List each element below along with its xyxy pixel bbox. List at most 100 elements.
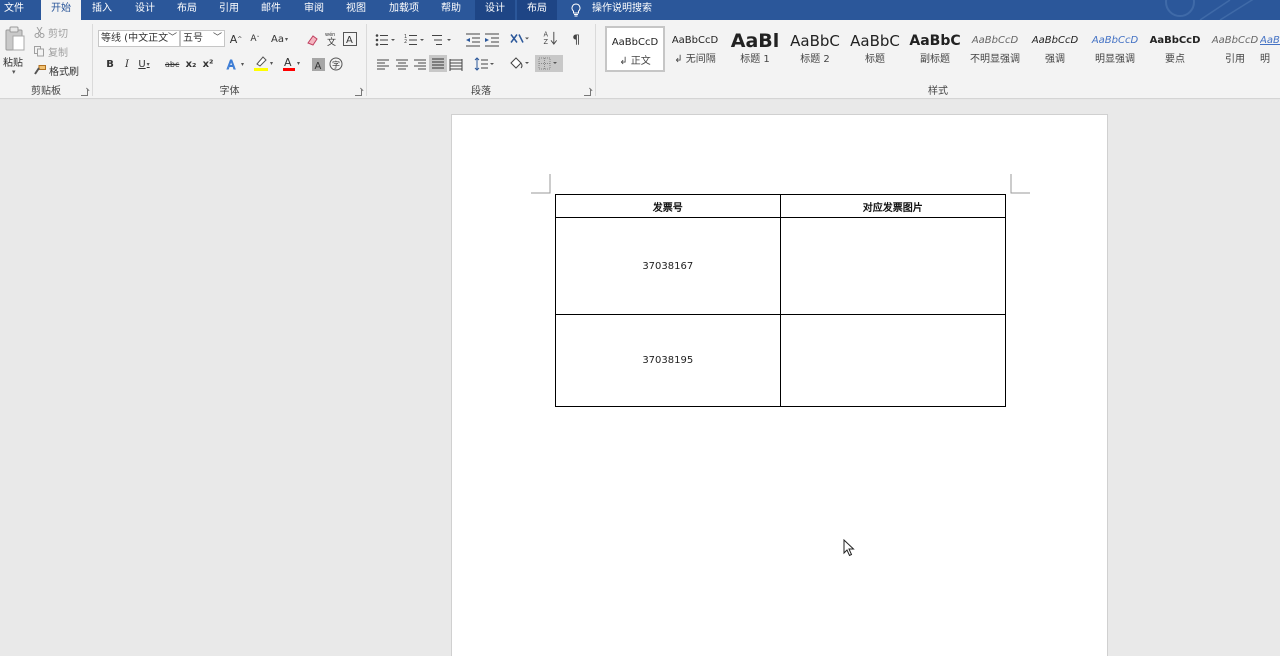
character-shading-button[interactable]: A: [311, 56, 325, 72]
table-cell[interactable]: [779, 217, 1007, 315]
underline-icon: U: [138, 58, 146, 70]
distributed-icon[interactable]: [449, 57, 463, 73]
justify-button[interactable]: [429, 55, 447, 72]
copy-icon: [34, 45, 44, 56]
clear-formatting-icon[interactable]: [306, 32, 320, 48]
style-subtle-emphasis[interactable]: AaBbCcD 不明显强调: [965, 26, 1025, 72]
superscript-button[interactable]: x²: [201, 56, 215, 72]
paragraph-group: 12 AZ ¶ 段落: [367, 20, 595, 99]
tab-view[interactable]: 视图: [337, 0, 375, 20]
shrink-font-button[interactable]: Aˇ: [248, 31, 262, 47]
style-emphasis[interactable]: AaBbCcD 强调: [1025, 26, 1085, 72]
paste-button[interactable]: 粘贴: [3, 54, 23, 69]
style-preview: AaBbCcD: [611, 37, 659, 48]
bold-button[interactable]: B: [103, 56, 117, 72]
font-name-value: 等线 (中文正文: [101, 33, 169, 44]
font-launcher-icon[interactable]: [355, 89, 362, 96]
decrease-indent-icon[interactable]: [465, 32, 481, 48]
paste-dropdown-icon[interactable]: ▾: [12, 68, 16, 76]
style-title[interactable]: AaBbC 标题: [845, 26, 905, 72]
italic-button[interactable]: I: [120, 56, 134, 72]
tab-home[interactable]: 开始: [41, 0, 81, 20]
copy-button[interactable]: 复制: [34, 44, 68, 59]
tab-table-design[interactable]: 设计: [475, 0, 515, 20]
style-heading-1[interactable]: AaBl 标题 1: [725, 26, 785, 72]
style-intense-emphasis[interactable]: AaBbCcD 明显强调: [1085, 26, 1145, 72]
bullets-icon[interactable]: [375, 32, 399, 48]
format-painter-button[interactable]: 格式刷: [34, 63, 79, 78]
tab-layout[interactable]: 布局: [168, 0, 206, 20]
font-name-combo[interactable]: 等线 (中文正文 ﹀: [98, 30, 180, 47]
chinese-layout-icon[interactable]: [510, 31, 532, 47]
invoice-table[interactable]: 发票号 对应发票图片 37038167 37038195: [555, 194, 1007, 407]
style-name: 副标题: [920, 54, 950, 65]
style-no-spacing[interactable]: AaBbCcD ↲ 无间隔: [665, 26, 725, 72]
paste-icon[interactable]: [4, 26, 26, 52]
grow-font-button[interactable]: A ^: [229, 31, 243, 47]
enclose-characters-button[interactable]: 字: [329, 56, 343, 72]
style-strong[interactable]: AaBbCcD 要点: [1145, 26, 1205, 72]
character-border-icon[interactable]: A: [343, 31, 357, 47]
show-formatting-marks-icon[interactable]: ¶: [571, 31, 585, 47]
svg-text:wén: wén: [325, 31, 335, 38]
tab-insert[interactable]: 插入: [84, 0, 120, 20]
table-cell[interactable]: [779, 314, 1007, 407]
style-name: ↲ 正文: [619, 56, 651, 67]
text-effects-button[interactable]: A ▾: [226, 56, 245, 72]
highlight-button[interactable]: ▾: [253, 55, 273, 71]
style-preview: AaBbCcD: [671, 35, 719, 46]
increase-indent-icon[interactable]: [484, 32, 500, 48]
document-page[interactable]: 发票号 对应发票图片 37038167 37038195: [451, 114, 1108, 656]
align-right-icon[interactable]: [413, 57, 427, 73]
numbering-icon[interactable]: 12: [404, 32, 428, 48]
borders-button[interactable]: [535, 55, 563, 72]
tab-references[interactable]: 引用: [210, 0, 248, 20]
tell-me-search[interactable]: 操作说明搜索: [592, 0, 652, 17]
table-cell[interactable]: 37038167: [555, 217, 781, 315]
style-intense-quote[interactable]: AaBb 明: [1260, 26, 1280, 72]
tab-file[interactable]: 文件: [0, 0, 28, 20]
style-quote[interactable]: AaBbCcD 引用: [1205, 26, 1265, 72]
font-color-button[interactable]: A ▾: [282, 55, 300, 71]
paragraph-launcher-icon[interactable]: [584, 89, 591, 96]
style-normal[interactable]: AaBbCcD ↲ 正文: [605, 26, 665, 72]
subscript-button[interactable]: x₂: [184, 56, 198, 72]
paragraph-group-label: 段落: [471, 86, 491, 97]
style-name: ↲ 无间隔: [674, 54, 716, 65]
tab-design[interactable]: 设计: [126, 0, 164, 20]
style-name: 标题 1: [740, 54, 770, 65]
tab-table-layout[interactable]: 布局: [517, 0, 557, 20]
table-header-cell[interactable]: 发票号: [555, 194, 781, 218]
phonetic-guide-icon[interactable]: wén 文: [325, 30, 339, 46]
clipboard-launcher-icon[interactable]: [81, 89, 88, 96]
tab-addins[interactable]: 加载项: [382, 0, 426, 20]
font-size-combo[interactable]: 五号 ﹀: [180, 30, 225, 47]
multilevel-list-icon[interactable]: [431, 32, 455, 48]
sort-icon[interactable]: AZ: [543, 30, 559, 46]
align-left-icon[interactable]: [376, 57, 390, 73]
cut-button[interactable]: 剪切: [34, 25, 68, 40]
table-header-cell[interactable]: 对应发票图片: [779, 194, 1007, 218]
font-color-icon: A: [283, 56, 295, 71]
tab-help[interactable]: 帮助: [432, 0, 470, 20]
style-name: 不明显强调: [970, 54, 1020, 65]
cut-label: 剪切: [48, 28, 68, 40]
table-cell[interactable]: 37038195: [555, 314, 781, 407]
style-subtitle[interactable]: AaBbC 副标题: [905, 26, 965, 72]
style-heading-2[interactable]: AaBbC 标题 2: [785, 26, 845, 72]
style-name: 明: [1260, 54, 1270, 65]
strikethrough-button[interactable]: abc: [165, 56, 179, 72]
line-spacing-icon[interactable]: [474, 56, 496, 72]
character-shading-icon: A: [311, 57, 325, 71]
align-center-icon[interactable]: [395, 57, 409, 73]
table-row: 37038195: [555, 314, 1007, 407]
tab-mailings[interactable]: 邮件: [252, 0, 290, 20]
shading-icon[interactable]: [508, 55, 532, 71]
change-case-button[interactable]: Aa ▾: [271, 31, 288, 47]
clipboard-group-label: 剪贴板: [31, 86, 61, 97]
styles-group-label: 样式: [928, 86, 948, 97]
chevron-down-icon: ﹀: [212, 33, 222, 43]
underline-button[interactable]: U ▾: [137, 56, 151, 72]
tab-review[interactable]: 审阅: [295, 0, 333, 20]
document-canvas[interactable]: 发票号 对应发票图片 37038167 37038195: [0, 100, 1280, 656]
